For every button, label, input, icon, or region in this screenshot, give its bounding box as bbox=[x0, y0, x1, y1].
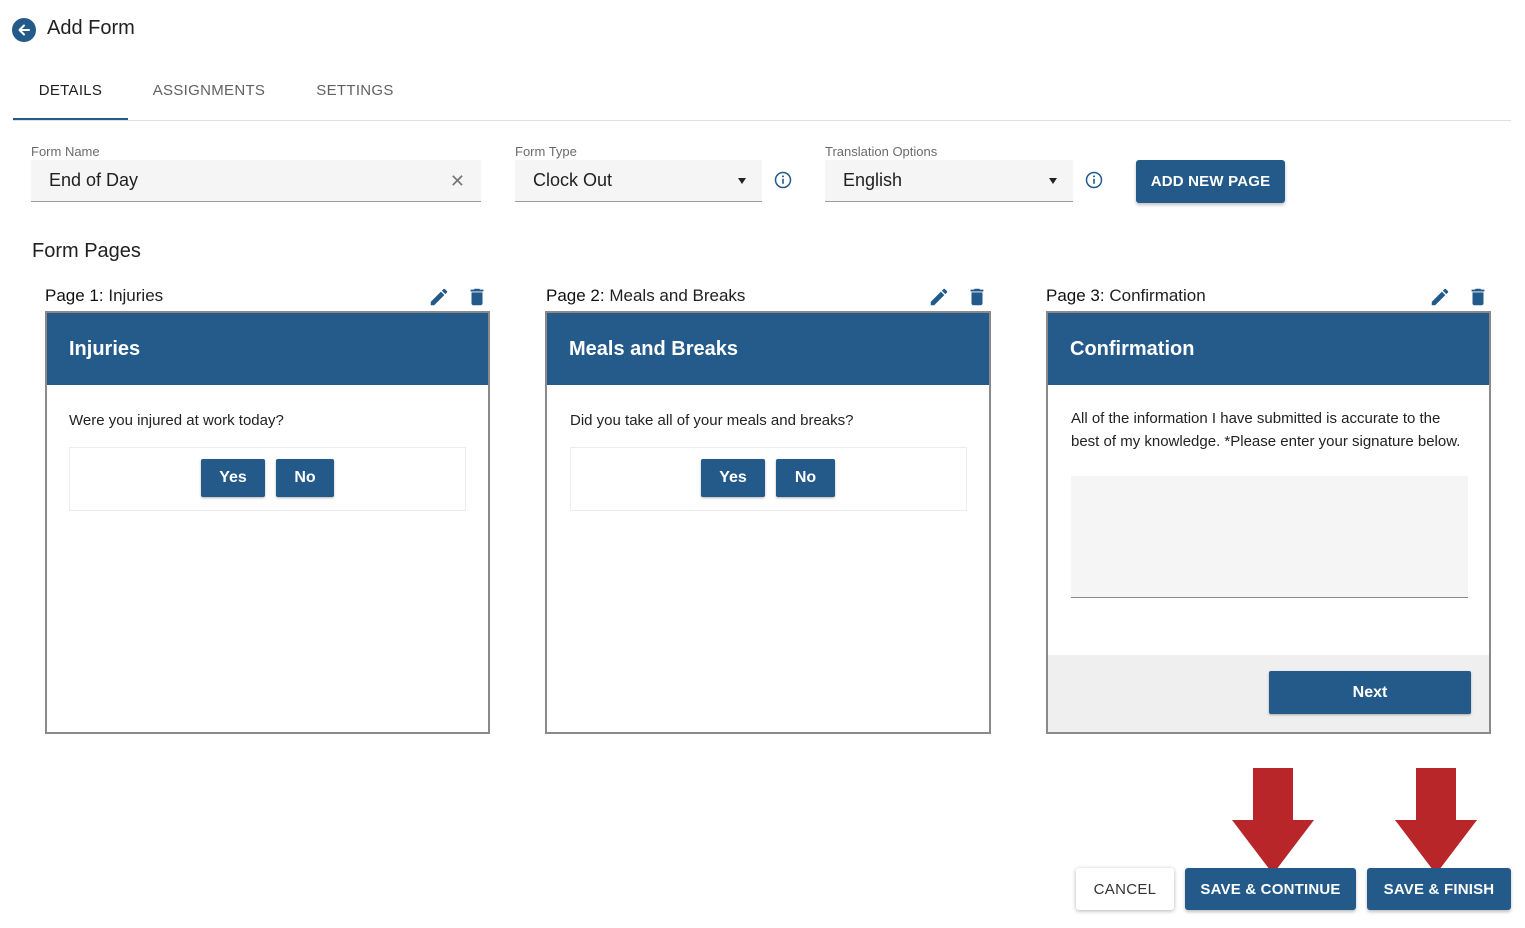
translation-options-select[interactable]: English bbox=[825, 160, 1073, 202]
page-prefix: Page 3: bbox=[1046, 286, 1105, 305]
annotation-arrow-down-icon bbox=[1395, 768, 1477, 874]
page-preview-card: Injuries Were you injured at work today?… bbox=[45, 311, 490, 734]
question-text: All of the information I have submitted … bbox=[1071, 410, 1461, 450]
form-type-value: Clock Out bbox=[533, 170, 613, 190]
save-continue-button[interactable]: SAVE & CONTINUE bbox=[1185, 868, 1356, 910]
answer-options: Yes No bbox=[69, 447, 466, 511]
annotation-arrow-down-icon bbox=[1232, 768, 1314, 874]
add-new-page-button[interactable]: ADD NEW PAGE bbox=[1136, 160, 1285, 203]
page-name: Injuries bbox=[108, 286, 164, 305]
form-name-value: End of Day bbox=[49, 170, 139, 190]
card-header: Injuries bbox=[47, 313, 488, 385]
trash-icon[interactable] bbox=[966, 286, 988, 308]
trash-icon[interactable] bbox=[466, 286, 488, 308]
edit-pencil-icon[interactable] bbox=[428, 286, 450, 308]
form-name-input[interactable]: End of Day ✕ bbox=[31, 160, 481, 202]
translation-value: English bbox=[843, 170, 903, 190]
card-footer: Next bbox=[1048, 655, 1489, 732]
form-pages-title: Form Pages bbox=[32, 240, 141, 262]
page-name: Confirmation bbox=[1109, 286, 1206, 305]
tab-settings[interactable]: SETTINGS bbox=[303, 70, 407, 118]
page-label: Page 2: Meals and Breaks bbox=[546, 286, 745, 306]
cancel-button[interactable]: CANCEL bbox=[1076, 868, 1174, 910]
page-title: Add Form bbox=[47, 17, 135, 39]
signature-field[interactable] bbox=[1071, 476, 1468, 598]
form-type-label: Form Type bbox=[515, 144, 577, 159]
back-button[interactable] bbox=[12, 18, 36, 42]
save-finish-button[interactable]: SAVE & FINISH bbox=[1367, 868, 1511, 910]
clear-icon[interactable]: ✕ bbox=[450, 172, 465, 190]
form-name-label: Form Name bbox=[31, 144, 100, 159]
edit-pencil-icon[interactable] bbox=[928, 286, 950, 308]
page-prefix: Page 1: bbox=[45, 286, 104, 305]
card-header: Confirmation bbox=[1048, 313, 1489, 385]
yes-button[interactable]: Yes bbox=[701, 459, 765, 497]
page-name: Meals and Breaks bbox=[609, 286, 746, 305]
no-button[interactable]: No bbox=[776, 459, 835, 497]
question-text: Were you injured at work today? bbox=[69, 412, 284, 429]
page-preview-card: Meals and Breaks Did you take all of you… bbox=[545, 311, 991, 734]
no-button[interactable]: No bbox=[276, 459, 334, 497]
tab-details[interactable]: DETAILS bbox=[13, 70, 128, 120]
page-preview-card: Confirmation All of the information I ha… bbox=[1046, 311, 1491, 734]
edit-pencil-icon[interactable] bbox=[1429, 286, 1451, 308]
yes-button[interactable]: Yes bbox=[201, 459, 265, 497]
page-label: Page 3: Confirmation bbox=[1046, 286, 1206, 306]
card-header: Meals and Breaks bbox=[547, 313, 989, 385]
dropdown-caret-icon bbox=[738, 177, 746, 184]
info-icon[interactable] bbox=[1085, 171, 1103, 189]
question-text: Did you take all of your meals and break… bbox=[570, 412, 854, 429]
dropdown-caret-icon bbox=[1049, 177, 1057, 184]
trash-icon[interactable] bbox=[1467, 286, 1489, 308]
tab-assignments[interactable]: ASSIGNMENTS bbox=[141, 70, 277, 118]
translation-options-label: Translation Options bbox=[825, 144, 938, 159]
next-button[interactable]: Next bbox=[1269, 671, 1471, 714]
page-label: Page 1: Injuries bbox=[45, 286, 163, 306]
info-icon[interactable] bbox=[774, 171, 792, 189]
tab-bar: DETAILS ASSIGNMENTS SETTINGS bbox=[13, 70, 1511, 121]
page-prefix: Page 2: bbox=[546, 286, 605, 305]
form-type-select[interactable]: Clock Out bbox=[515, 160, 762, 202]
arrow-left-icon bbox=[18, 24, 30, 36]
answer-options: Yes No bbox=[570, 447, 967, 511]
